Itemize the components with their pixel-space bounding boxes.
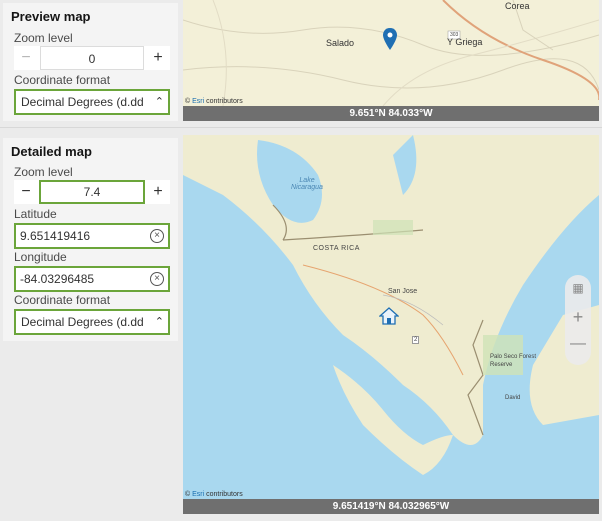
longitude-value: -84.03296485: [20, 272, 95, 286]
longitude-label: Longitude: [14, 250, 67, 264]
preview-format-value: Decimal Degrees (d.dd: [21, 95, 144, 109]
place-lake-nicaragua: Lake Nicaragua: [291, 177, 323, 191]
detailed-coordinates: 9.651419°N 84.032965°W: [183, 499, 599, 514]
chevron-up-down-icon: ⌃: [154, 316, 164, 328]
detailed-format-value: Decimal Degrees (d.dd: [21, 315, 144, 329]
detailed-map[interactable]: Lake Nicaragua COSTA RICA San Jose Palo …: [183, 135, 599, 514]
esri-link[interactable]: Esri: [192, 491, 204, 498]
detailed-map-panel: Detailed map Zoom level − 7.4 + Latitude…: [3, 138, 178, 341]
place-salado: Salado: [326, 38, 355, 48]
qr-code-icon[interactable]: ▦: [565, 281, 591, 295]
detailed-zoom-input[interactable]: 7.4: [39, 180, 145, 204]
clear-latitude-icon[interactable]: ×: [150, 229, 164, 243]
detailed-zoom-decrease-button[interactable]: −: [14, 180, 38, 204]
route-shield: 2: [412, 336, 420, 344]
detailed-zoom-increase-button[interactable]: +: [146, 180, 170, 204]
preview-zoom-stepper: − 0 +: [14, 46, 170, 70]
detailed-zoom-label: Zoom level: [14, 165, 73, 179]
detailed-zoom-stepper: − 7.4 +: [14, 180, 170, 204]
preview-map-panel: Preview map Zoom level − 0 + Coordinate …: [3, 3, 178, 121]
latitude-value: 9.651419416: [20, 229, 91, 243]
map-zoom-in-button[interactable]: +: [565, 307, 591, 328]
preview-format-label: Coordinate format: [14, 73, 111, 87]
place-costa-rica: COSTA RICA: [313, 245, 360, 252]
preview-format-select[interactable]: Decimal Degrees (d.dd ⌃: [14, 89, 170, 115]
preview-map[interactable]: Corea Salado Y Griega 303 © Esri contrib…: [183, 0, 599, 121]
detailed-attribution: © Esri contributors: [185, 491, 243, 498]
preview-zoom-increase-button[interactable]: +: [146, 46, 170, 70]
home-icon: [379, 307, 399, 325]
clear-longitude-icon[interactable]: ×: [150, 272, 164, 286]
map-zoom-out-button[interactable]: —: [565, 335, 591, 353]
place-san-jose: San Jose: [388, 288, 418, 295]
preview-map-roads: [183, 0, 599, 107]
preview-zoom-label: Zoom level: [14, 31, 73, 45]
preview-attribution: © Esri contributors: [185, 98, 243, 105]
preview-zoom-input[interactable]: 0: [40, 46, 144, 70]
detailed-format-label: Coordinate format: [14, 293, 111, 307]
preview-map-title: Preview map: [11, 9, 91, 24]
place-y-griega: Y Griega: [447, 37, 483, 47]
route-shield: 303: [450, 32, 459, 38]
latitude-label: Latitude: [14, 207, 57, 221]
detailed-format-select[interactable]: Decimal Degrees (d.dd ⌃: [14, 309, 170, 335]
place-david: David: [505, 395, 521, 401]
detailed-map-title: Detailed map: [11, 144, 92, 159]
place-palo-seco: Palo Seco Forest Reserve: [490, 354, 537, 368]
section-divider: [0, 127, 602, 128]
place-corea: Corea: [505, 1, 530, 11]
map-pin-icon: [383, 28, 397, 50]
latitude-input[interactable]: 9.651419416 ×: [14, 223, 170, 249]
longitude-input[interactable]: -84.03296485 ×: [14, 266, 170, 292]
preview-coordinates: 9.651°N 84.033°W: [183, 106, 599, 121]
chevron-up-down-icon: ⌃: [154, 96, 164, 108]
preview-zoom-decrease-button[interactable]: −: [14, 46, 38, 70]
map-zoom-control: ▦ + —: [565, 275, 591, 365]
esri-link[interactable]: Esri: [192, 98, 204, 105]
